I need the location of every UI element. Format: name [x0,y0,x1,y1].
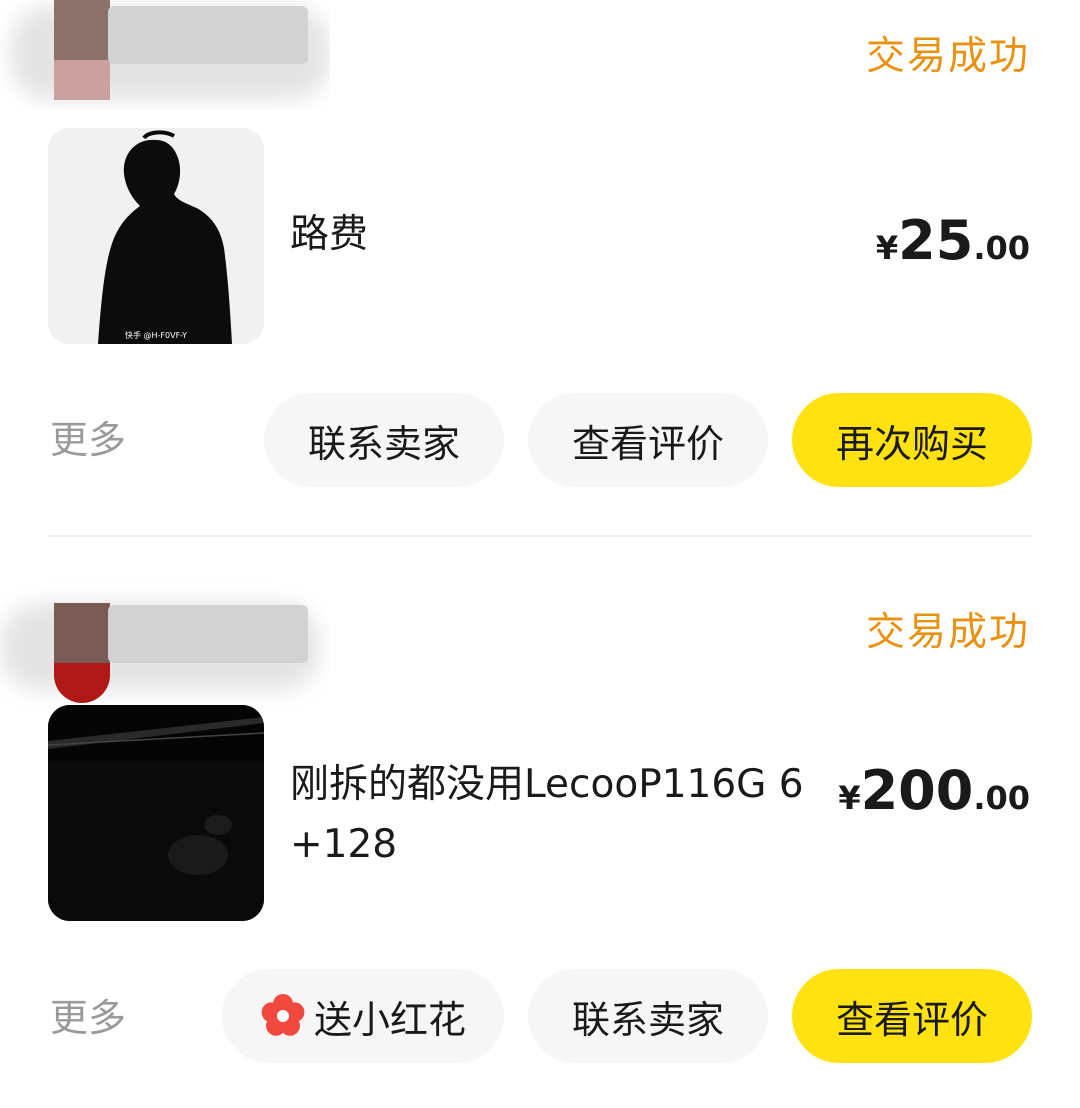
order-card[interactable]: 交易成功 快手 @H-F0VF-Y 路费 ¥25.00 更多 联系卖家 查看评价… [0,0,1080,537]
price-integer: 200 [860,759,974,822]
dark-product-image [48,705,264,921]
price-integer: 25 [898,209,974,272]
price-decimal: .00 [973,229,1030,267]
buy-again-button[interactable]: 再次购买 [792,393,1032,487]
price-currency: ¥ [875,229,899,267]
contact-seller-button[interactable]: 联系卖家 [264,393,504,487]
seller-name-redacted [108,605,308,663]
more-button[interactable]: 更多 [50,421,126,459]
silhouette-image: 快手 @H-F0VF-Y [48,128,264,344]
more-button[interactable]: 更多 [50,999,126,1037]
seller-name-redacted [108,6,308,64]
seller-avatar[interactable] [54,603,110,703]
product-price: ¥25.00 [876,214,1030,268]
red-flower-icon [261,994,305,1036]
watermark-text: 快手 @H-F0VF-Y [125,330,187,340]
product-thumbnail[interactable]: 快手 @H-F0VF-Y [48,128,264,344]
product-thumbnail[interactable] [48,705,264,921]
price-currency: ¥ [838,779,861,817]
send-flower-button[interactable]: 送小红花 [222,969,504,1063]
product-price: ¥200.00 [838,764,1030,818]
seller-avatar[interactable] [54,0,110,100]
send-flower-label: 送小红花 [313,997,466,1042]
product-title[interactable]: 路费 [290,205,810,265]
view-review-button[interactable]: 查看评价 [528,393,768,487]
contact-seller-button[interactable]: 联系卖家 [528,969,768,1063]
product-title[interactable]: 刚拆的都没用LecooP116G 6+128 [290,755,810,875]
order-status: 交易成功 [865,610,1030,655]
seller-info-redacted[interactable] [0,0,330,110]
view-review-button[interactable]: 查看评价 [792,969,1032,1063]
seller-info-redacted[interactable] [0,571,330,711]
order-card[interactable]: 交易成功 刚拆的都没用LecooP116G 6+128 ¥200.00 更多 送 [0,537,1080,1108]
price-decimal: .00 [973,779,1030,817]
order-status: 交易成功 [865,34,1030,79]
